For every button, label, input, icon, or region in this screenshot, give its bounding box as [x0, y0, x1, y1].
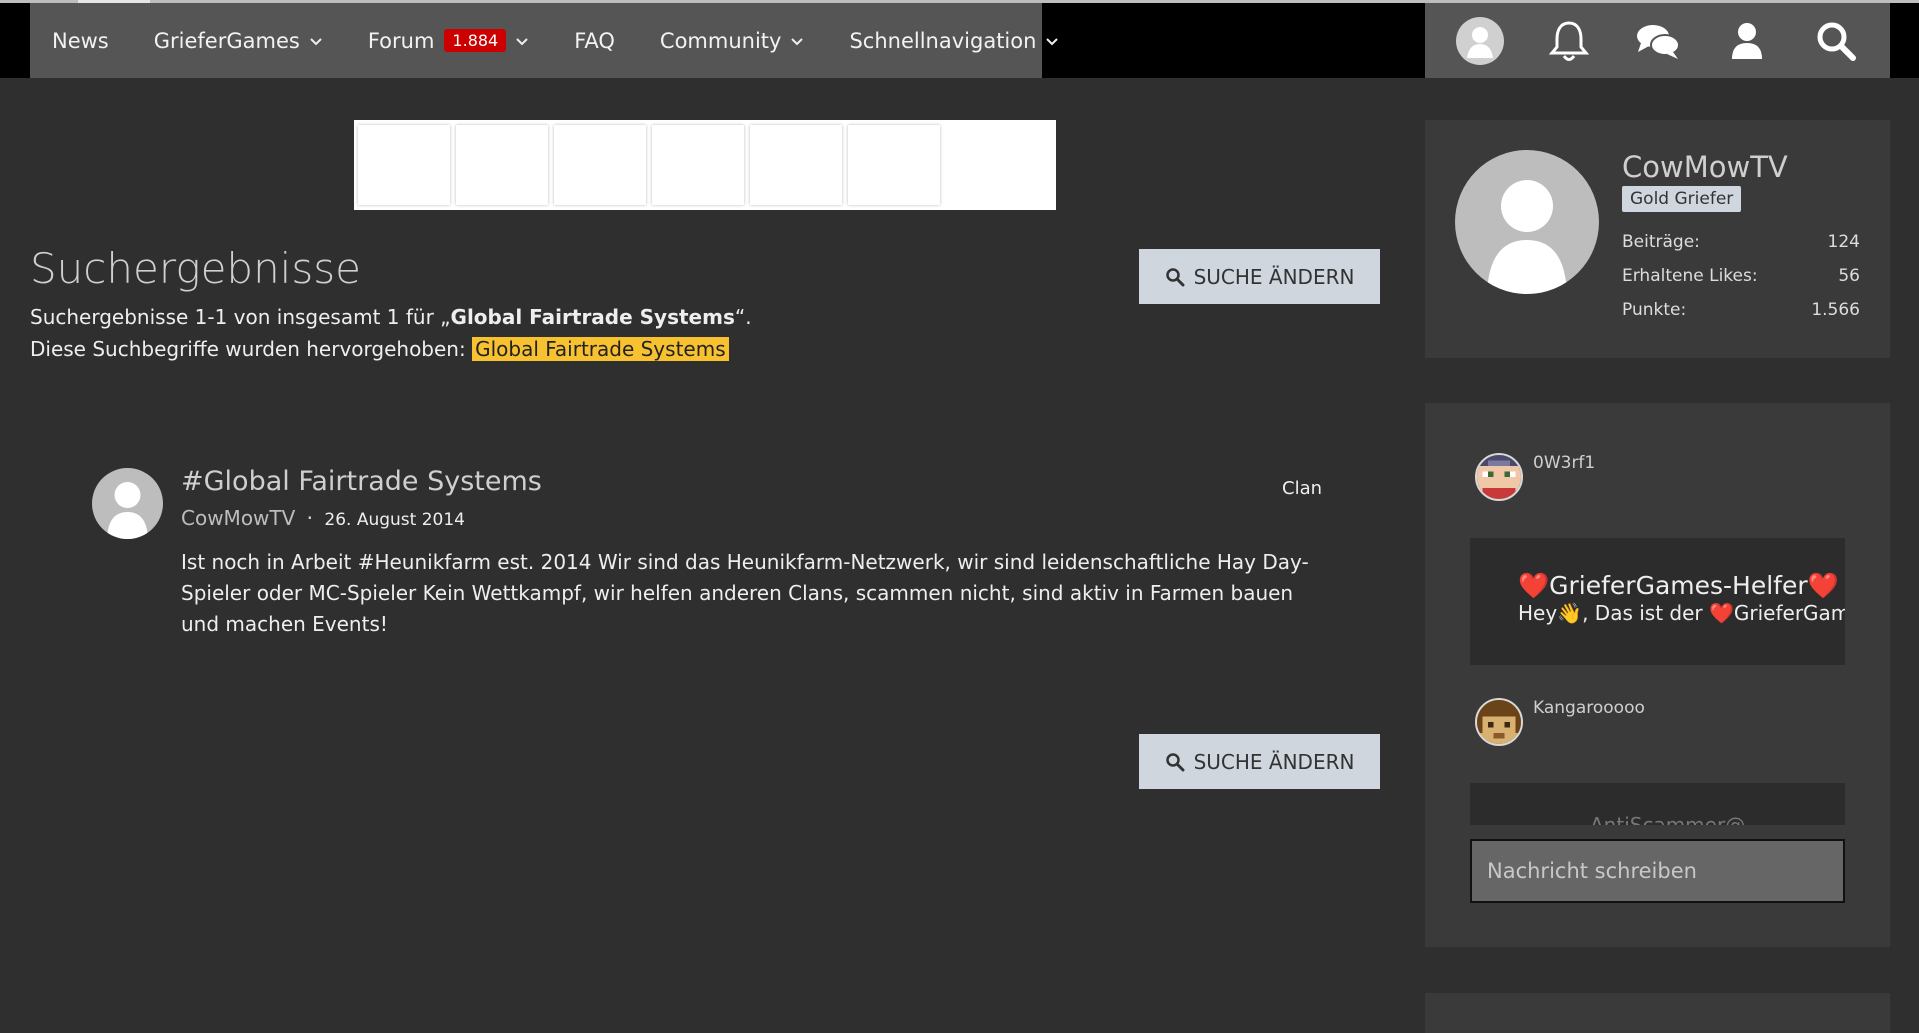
change-search-button-top[interactable]: SUCHE ÄNDERN [1139, 249, 1380, 304]
highlight-line: Diese Suchbegriffe wurden hervorgehoben:… [30, 333, 752, 365]
minecraft-skin-avatar-icon [1477, 455, 1521, 499]
nav-item-label: News [52, 28, 109, 53]
highlighted-term: Global Fairtrade Systems [472, 337, 729, 361]
nav-item-community[interactable]: Community [660, 3, 805, 78]
page-title: Suchergebnisse [30, 244, 361, 293]
chat-bubbles-icon [1636, 24, 1680, 59]
chat-message: ❤️GrieferGames-Helfer❤️ Hey👋, Das ist de… [1470, 538, 1845, 665]
ad-tile [456, 125, 548, 205]
stat-row-points: Punkte: 1.566 [1622, 300, 1860, 320]
search-term: Global Fairtrade Systems [450, 305, 735, 329]
search-summary: Suchergebnisse 1-1 von insgesamt 1 für „… [30, 301, 752, 365]
nav-item-faq[interactable]: FAQ [574, 3, 615, 78]
ad-tile [554, 125, 646, 205]
chevron-down-icon [310, 37, 322, 45]
chevron-down-icon [516, 37, 528, 45]
result-title-link[interactable]: #Global Fairtrade Systems [181, 466, 542, 497]
stat-label: Punkte: [1622, 300, 1687, 320]
nav-item-news[interactable]: News [52, 3, 109, 78]
chat-avatar[interactable] [1475, 698, 1523, 746]
advertisement-banner[interactable] [354, 120, 1056, 210]
nav-item-schnellnavigation[interactable]: Schnellnavigation [849, 3, 1059, 78]
ad-tile [750, 125, 842, 205]
search-button[interactable] [1811, 16, 1861, 66]
chevron-down-icon [791, 37, 804, 45]
user-navigation [1425, 3, 1890, 78]
result-author-link[interactable]: CowMowTV [181, 506, 295, 530]
user-profile-button[interactable] [1722, 16, 1772, 66]
nav-item-label: FAQ [574, 28, 615, 53]
nav-item-label: Community [659, 28, 782, 53]
rank-badge: Gold Griefer [1622, 186, 1742, 212]
stat-row-likes: Erhaltene Likes: 56 [1622, 266, 1860, 286]
result-category-tag: Clan [1282, 478, 1323, 499]
chat-message-heading: ❤️GrieferGames-Helfer❤️ [1518, 571, 1839, 600]
search-icon [1817, 22, 1856, 61]
result-meta: CowMowTV · 26. August 2014 [181, 506, 465, 530]
search-icon [1165, 267, 1185, 286]
results-count-line: Suchergebnisse 1-1 von insgesamt 1 für „… [30, 301, 752, 333]
user-menu-avatar[interactable] [1455, 16, 1505, 66]
chat-author[interactable]: Kangarooooo [1533, 698, 1645, 718]
nav-item-label: Forum [367, 28, 435, 53]
nav-item-forum[interactable]: Forum 1.884 [368, 3, 529, 78]
sidebar-box [1425, 993, 1890, 1033]
chat-message-text: Hey👋, Das ist der ❤️GrieferGames-Helfer❤… [1518, 601, 1845, 625]
search-icon [1165, 752, 1185, 771]
stat-label: Erhaltene Likes: [1622, 266, 1758, 286]
summary-suffix: “. [734, 305, 752, 329]
user-icon [1731, 22, 1762, 59]
chat-message-text: AntiScammer@.... [1590, 813, 1771, 825]
button-label: SUCHE ÄNDERN [1193, 749, 1355, 774]
nav-item-label: Schnellnavigation [849, 28, 1037, 53]
chat-message: AntiScammer@.... [1470, 783, 1845, 825]
user-profile-box: CowMowTV Gold Griefer Beiträge: 124 Erha… [1425, 120, 1890, 358]
default-avatar-icon [107, 482, 148, 539]
result-excerpt: Ist noch in Arbeit #Heunikfarm est. 2014… [181, 550, 1309, 636]
stat-value[interactable]: 56 [1838, 266, 1860, 286]
highlight-prefix: Diese Suchbegriffe wurden hervorgehoben: [30, 337, 473, 361]
bell-icon [1548, 20, 1589, 61]
stat-row-posts: Beiträge: 124 [1622, 232, 1860, 252]
author-avatar[interactable] [92, 468, 163, 539]
main-navigation: News GrieferGames Forum 1.884 FAQ Commun… [30, 3, 1059, 78]
default-avatar-icon [1487, 180, 1567, 294]
nav-item-griefergames[interactable]: GrieferGames [154, 3, 323, 78]
conversations-button[interactable] [1633, 16, 1683, 66]
stat-value[interactable]: 1.566 [1811, 300, 1860, 320]
change-search-button-bottom[interactable]: SUCHE ÄNDERN [1139, 734, 1380, 789]
chevron-down-icon [1046, 37, 1059, 45]
nav-item-label: GrieferGames [153, 28, 300, 53]
chat-avatar[interactable] [1475, 453, 1523, 501]
profile-avatar[interactable] [1455, 150, 1599, 294]
chat-author[interactable]: 0W3rf1 [1533, 453, 1595, 473]
stat-label: Beiträge: [1622, 232, 1700, 252]
ad-tile [358, 125, 450, 205]
chat-message-input[interactable] [1470, 839, 1845, 903]
ad-tile [652, 125, 744, 205]
notifications-button[interactable] [1544, 16, 1594, 66]
minecraft-skin-avatar-icon [1477, 700, 1521, 744]
profile-username[interactable]: CowMowTV [1622, 150, 1788, 184]
result-date: 26. August 2014 [324, 510, 465, 530]
button-label: SUCHE ÄNDERN [1193, 264, 1355, 289]
forum-unread-badge: 1.884 [444, 29, 507, 52]
ad-tile [848, 125, 940, 205]
avatar-icon [1455, 16, 1504, 65]
meta-separator: · [306, 506, 314, 530]
shoutbox: 0W3rf1 ❤️GrieferGames-Helfer❤️ Hey👋, Das… [1425, 403, 1890, 947]
summary-prefix: Suchergebnisse 1-1 von insgesamt 1 für „ [30, 305, 451, 329]
stat-value[interactable]: 124 [1828, 232, 1860, 252]
